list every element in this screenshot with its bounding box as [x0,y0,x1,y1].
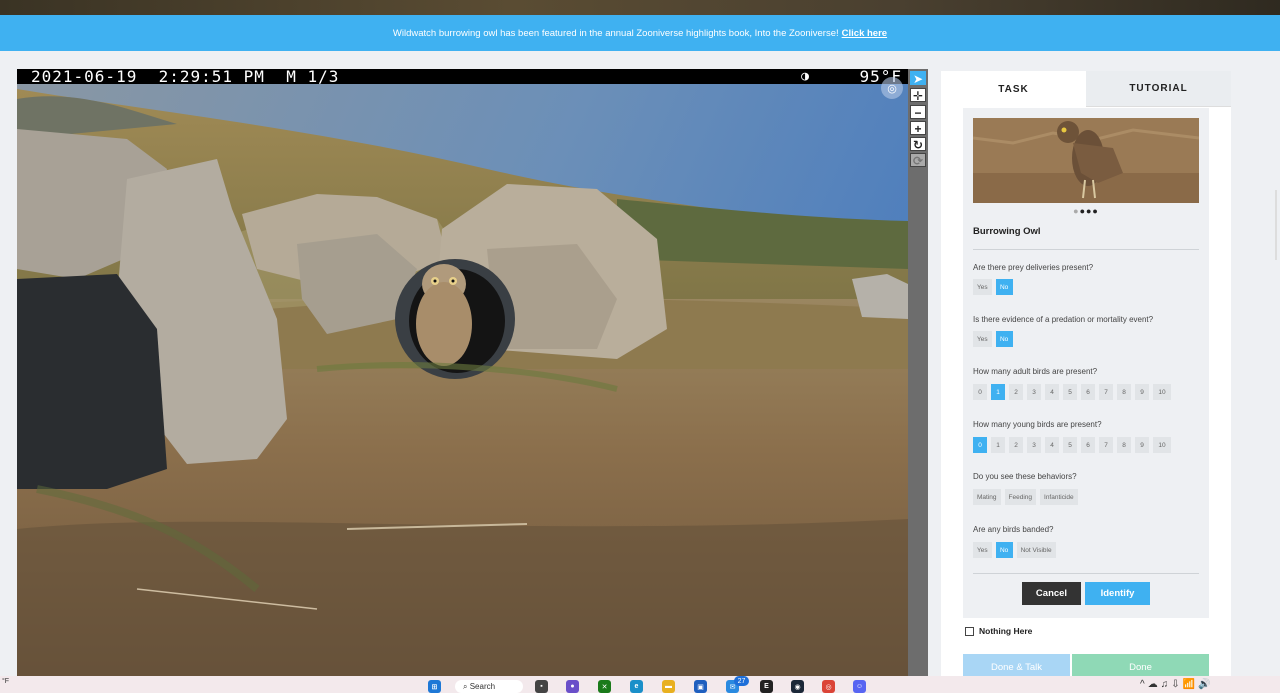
adults-option[interactable]: 6 [1081,384,1095,400]
predation-yes-option[interactable]: Yes [973,331,992,347]
question-behaviors: Do you see these behaviors? [973,472,1077,481]
young-options: 0 1 2 3 4 5 6 7 8 9 10 [973,437,1171,453]
prey-options: Yes No [973,279,1013,295]
rotate-icon[interactable]: ↻ [910,137,926,152]
cancel-button[interactable]: Cancel [1022,582,1081,605]
adults-option[interactable]: 1 [991,384,1005,400]
panel-tabs: TASK TUTORIAL [941,71,1231,107]
prey-yes-option[interactable]: Yes [973,279,992,295]
prey-no-option[interactable]: No [995,279,1013,295]
young-option[interactable]: 6 [1081,437,1095,453]
zoom-out-icon[interactable]: − [910,105,926,120]
species-example-image[interactable] [973,118,1199,203]
task-view-icon[interactable]: ▪ [535,680,548,693]
question-adults: How many adult birds are present? [973,367,1098,376]
discord-icon[interactable]: ☺ [853,680,866,693]
notification-badge: 27 [734,676,749,686]
camera-info-bar: 2021-06-19 2:29:51 PM M 1/3 ◑ 95°F [17,69,908,86]
pointer-icon[interactable]: ➤ [910,71,926,86]
young-option[interactable]: 2 [1009,437,1023,453]
file-explorer-icon[interactable]: ▬ [662,680,675,693]
young-option[interactable]: 1 [991,437,1005,453]
image-carousel-dots[interactable]: ●●●● [963,206,1209,216]
image-toolbar: ➤ ✛ − + ↻ ⟳ [908,69,928,676]
predation-options: Yes No [973,331,1013,347]
divider [973,573,1199,574]
adults-option[interactable]: 10 [1153,384,1171,400]
adults-options: 0 1 2 3 4 5 6 7 8 9 10 [973,384,1171,400]
young-option[interactable]: 10 [1153,437,1171,453]
camera-trap-photo [17,69,908,676]
question-prey: Are there prey deliveries present? [973,263,1094,272]
banded-options: Yes No Not Visible [973,542,1056,558]
adults-option[interactable]: 2 [1009,384,1023,400]
steam-icon[interactable]: ◉ [791,680,804,693]
reset-icon[interactable]: ⟳ [910,153,926,168]
question-banded: Are any birds banded? [973,525,1054,534]
nothing-here-checkbox[interactable]: Nothing Here [965,626,1032,636]
young-option[interactable]: 8 [1117,437,1131,453]
predation-no-option[interactable]: No [995,331,1013,347]
system-tray-icons[interactable]: ^☁♫⇩📶🔊 [1140,679,1213,690]
adults-option[interactable]: 4 [1045,384,1059,400]
banner-link[interactable]: Click here [842,28,887,39]
zoom-in-icon[interactable]: + [910,121,926,136]
panel-resize-handle[interactable] [1275,190,1277,260]
subject-image-viewer[interactable]: 2021-06-19 2:29:51 PM M 1/3 ◑ 95°F ◎ [17,69,908,676]
tab-task[interactable]: TASK [941,71,1086,107]
weather-widget[interactable]: °F [2,678,9,685]
species-name: Burrowing Owl [973,226,1041,237]
adults-option[interactable]: 7 [1099,384,1113,400]
young-option[interactable]: 5 [1063,437,1077,453]
young-option[interactable]: 4 [1045,437,1059,453]
banded-not-visible-option[interactable]: Not Visible [1016,542,1056,558]
taskbar-search[interactable]: ⌕ Search [455,680,523,693]
store-icon[interactable]: ▣ [694,680,707,693]
classification-panel: TASK TUTORIAL ●●●● Burrowing Owl Are the… [941,71,1231,681]
edge-browser-icon[interactable]: e [630,680,643,693]
behavior-feeding-option[interactable]: Feeding [1004,489,1037,505]
os-taskbar: °F ⊞ ⌕ Search ▪ ● ✕ e ▬ ▣ ✉ 27 E ◉ ◎ ☺ ^… [0,676,1280,693]
behavior-mating-option[interactable]: Mating [973,489,1001,505]
xbox-icon[interactable]: ✕ [598,680,611,693]
move-icon[interactable]: ✛ [910,88,926,103]
young-option[interactable]: 7 [1099,437,1113,453]
adults-option[interactable]: 9 [1135,384,1149,400]
adults-option[interactable]: 0 [973,384,987,400]
favorite-icon[interactable]: ◎ [881,77,903,99]
checkbox-icon[interactable] [965,626,974,636]
young-option[interactable]: 9 [1135,437,1149,453]
young-option[interactable]: 0 [973,437,987,453]
tab-tutorial[interactable]: TUTORIAL [1086,71,1231,107]
burrowing-owl-photo [973,118,1199,203]
announcement-banner: Wildwatch burrowing owl has been feature… [0,15,1280,51]
species-task-card: ●●●● Burrowing Owl Are there prey delive… [963,108,1209,618]
banded-no-option[interactable]: No [995,542,1013,558]
banner-text: Wildwatch burrowing owl has been feature… [392,27,839,39]
adults-option[interactable]: 5 [1063,384,1077,400]
question-predation: Is there evidence of a predation or mort… [973,315,1154,324]
epic-games-icon[interactable]: E [760,680,773,693]
question-young: How many young birds are present? [973,420,1102,429]
adults-option[interactable]: 8 [1117,384,1131,400]
chrome-icon[interactable]: ◎ [822,680,835,693]
page-top-strip [0,0,1280,15]
adults-option[interactable]: 3 [1027,384,1041,400]
behaviors-options: Mating Feeding Infanticide [973,489,1078,505]
banded-yes-option[interactable]: Yes [973,542,992,558]
moon-phase-icon: ◑ [801,69,810,84]
nothing-here-label: Nothing Here [979,626,1033,636]
divider [973,249,1199,250]
chat-app-icon[interactable]: ● [566,680,579,693]
behavior-infanticide-option[interactable]: Infanticide [1040,489,1078,505]
camera-timestamp: 2021-06-19 2:29:51 PM M 1/3 [31,69,340,86]
windows-start-icon[interactable]: ⊞ [428,680,441,693]
identify-button[interactable]: Identify [1085,582,1150,605]
young-option[interactable]: 3 [1027,437,1041,453]
